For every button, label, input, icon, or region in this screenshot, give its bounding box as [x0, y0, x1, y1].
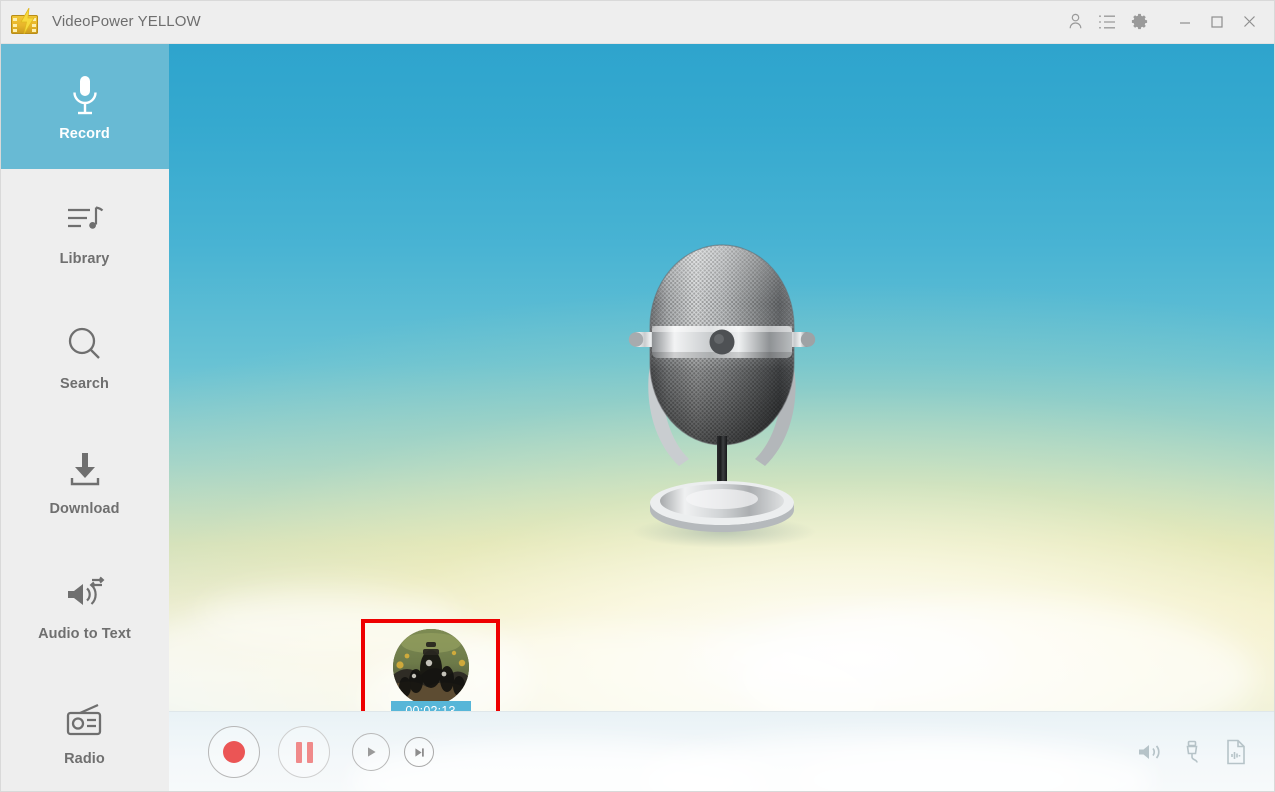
task-list-icon[interactable] [1091, 0, 1123, 44]
next-button[interactable] [404, 737, 434, 767]
audio-to-text-icon [64, 572, 106, 618]
recording-duration-badge: 00:02:13 [390, 701, 471, 711]
playback-control-bar [169, 711, 1275, 792]
sidebar-item-label: Audio to Text [38, 625, 131, 642]
audio-file-icon[interactable] [1225, 739, 1247, 765]
sidebar-item-label: Library [59, 250, 110, 267]
microphone-icon [68, 72, 102, 118]
sidebar: Record Library Search Download Audio to … [0, 44, 169, 792]
main-stage: 00:02:13 Ghetto Prayer [169, 44, 1275, 711]
sidebar-item-label: Search [60, 375, 109, 392]
maximize-icon[interactable] [1201, 0, 1233, 44]
sidebar-item-search[interactable]: Search [0, 294, 169, 419]
radio-icon [64, 697, 106, 743]
play-button[interactable] [352, 733, 390, 771]
minimize-icon[interactable] [1169, 0, 1201, 44]
record-dot-icon [223, 741, 245, 763]
microphone-cable-icon[interactable] [1183, 740, 1205, 764]
user-account-icon[interactable] [1059, 0, 1091, 44]
sidebar-item-label: Radio [64, 750, 105, 767]
cloud-decoration [789, 748, 1089, 792]
recording-thumbnail-card[interactable]: 00:02:13 Ghetto Prayer [361, 619, 500, 711]
sidebar-item-radio[interactable]: Radio [0, 669, 169, 792]
music-library-icon [65, 197, 105, 243]
output-source-controls [1137, 739, 1247, 765]
close-icon[interactable] [1233, 0, 1265, 44]
app-window: VideoPower YELLOW Record Library Search … [0, 0, 1275, 792]
speaker-volume-icon[interactable] [1137, 741, 1163, 763]
sidebar-item-record[interactable]: Record [0, 44, 169, 169]
cloud-decoration [635, 736, 1155, 792]
download-icon [65, 447, 105, 493]
lightning-bolt-logo [10, 7, 40, 36]
title-bar: VideoPower YELLOW [0, 0, 1275, 44]
title-bar-actions [1059, 0, 1275, 44]
pause-icon [295, 741, 313, 763]
play-icon [368, 747, 376, 757]
window-title: VideoPower YELLOW [52, 13, 201, 30]
gear-icon[interactable] [1123, 0, 1155, 44]
sidebar-item-download[interactable]: Download [0, 419, 169, 544]
sidebar-item-label: Record [59, 125, 110, 142]
record-button[interactable] [208, 726, 260, 778]
pause-button[interactable] [278, 726, 330, 778]
vintage-microphone-illustration [628, 244, 816, 548]
sidebar-item-label: Download [49, 500, 120, 517]
skip-next-icon [414, 747, 424, 757]
cloud-decoration [735, 601, 1255, 711]
search-icon [65, 322, 105, 368]
sidebar-item-library[interactable]: Library [0, 169, 169, 294]
sidebar-item-audio-to-text[interactable]: Audio to Text [0, 544, 169, 669]
album-art-thumbnail [392, 629, 469, 705]
transport-controls [208, 726, 434, 778]
cloud-decoration [695, 611, 1015, 701]
